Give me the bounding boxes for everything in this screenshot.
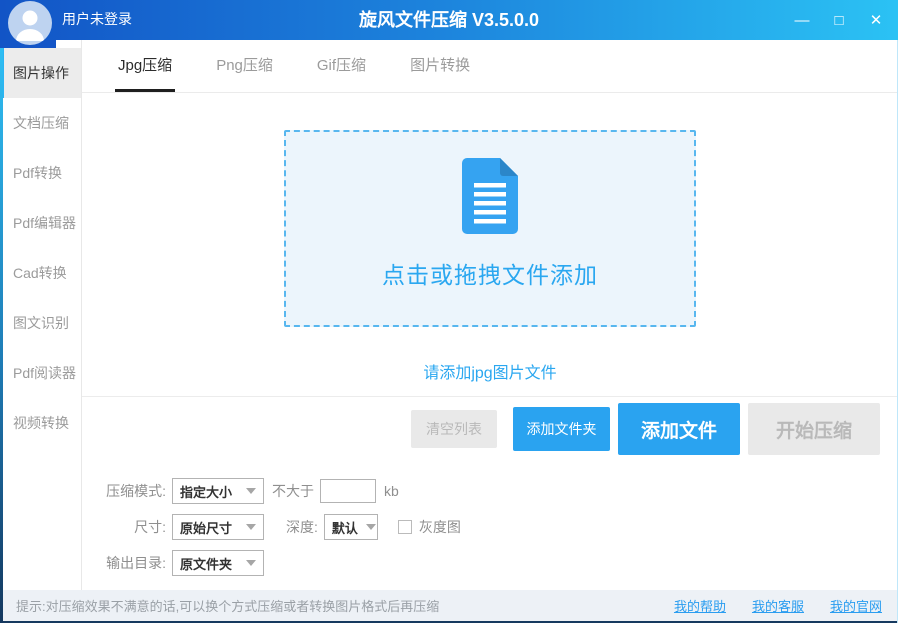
add-folder-button[interactable]: 添加文件夹 (513, 407, 610, 451)
main-panel: Jpg压缩 Png压缩 Gif压缩 图片转换 点击或拖拽文件添加 请添加jpg图… (82, 40, 898, 590)
grayscale-label: 灰度图 (418, 519, 461, 535)
title-bar: 用户未登录 旋风文件压缩 V3.5.0.0 — □ ✕ (0, 0, 898, 45)
tab-jpg-compress[interactable]: Jpg压缩 (115, 40, 176, 92)
output-dir-select[interactable]: 原文件夹 (172, 550, 264, 576)
add-file-hint: 请添加jpg图片文件 (423, 365, 557, 382)
sidebar-item-image-ops[interactable]: 图片操作 (0, 48, 81, 98)
settings-row-output: 输出目录: 原文件夹 (96, 549, 898, 577)
max-size-input[interactable] (320, 479, 376, 503)
window-left-border (0, 40, 3, 623)
sidebar-item-label: Pdf阅读器 (13, 365, 77, 381)
file-drop-zone[interactable]: 点击或拖拽文件添加 (284, 130, 696, 327)
tab-image-convert[interactable]: 图片转换 (407, 40, 473, 92)
sidebar-item-label: 图文识别 (13, 315, 69, 331)
depth-select[interactable]: 默认 (323, 514, 378, 540)
tab-bar: Jpg压缩 Png压缩 Gif压缩 图片转换 (82, 40, 898, 93)
chevron-down-icon (246, 488, 256, 494)
official-site-link[interactable]: 我的官网 (830, 596, 882, 615)
sidebar-item-cad-convert[interactable]: Cad转换 (3, 248, 81, 298)
sidebar-item-ocr[interactable]: 图文识别 (3, 298, 81, 348)
grayscale-checkbox[interactable] (397, 520, 412, 534)
sidebar-item-label: Pdf编辑器 (13, 215, 77, 231)
dimension-label: 尺寸: (134, 519, 166, 535)
minimize-icon[interactable]: — (794, 13, 810, 28)
sidebar-item-label: 图片操作 (13, 65, 69, 81)
dimension-value: 原始尺寸 (180, 520, 233, 536)
window-title: 旋风文件压缩 V3.5.0.0 (358, 10, 540, 30)
clear-list-button[interactable]: 清空列表 (411, 410, 497, 448)
start-compress-button[interactable]: 开始压缩 (748, 403, 880, 455)
window-controls: — □ ✕ (794, 0, 884, 40)
sidebar-item-label: Pdf转换 (13, 165, 63, 181)
close-icon[interactable]: ✕ (868, 13, 884, 28)
sidebar-item-doc-compress[interactable]: 文档压缩 (3, 98, 81, 148)
app-window: 用户未登录 旋风文件压缩 V3.5.0.0 — □ ✕ 图片操作 文档压缩 Pd… (0, 0, 898, 623)
tab-gif-compress[interactable]: Gif压缩 (314, 40, 369, 92)
not-greater-label: 不大于 (272, 483, 314, 499)
person-icon (16, 10, 44, 41)
depth-value: 默认 (331, 520, 358, 536)
sidebar-item-label: 视频转换 (13, 415, 69, 431)
sidebar-item-pdf-editor[interactable]: Pdf编辑器 (3, 198, 81, 248)
content-area: 点击或拖拽文件添加 请添加jpg图片文件 (82, 93, 898, 397)
customer-service-link[interactable]: 我的客服 (752, 596, 804, 615)
output-dir-value: 原文件夹 (180, 556, 233, 572)
sidebar-item-video-convert[interactable]: 视频转换 (3, 398, 81, 448)
action-button-row: 清空列表 添加文件夹 添加文件 开始压缩 (82, 397, 898, 461)
chevron-down-icon (365, 524, 376, 530)
tab-png-compress[interactable]: Png压缩 (213, 40, 276, 92)
output-dir-label: 输出目录: (106, 555, 166, 571)
settings-row-dimension: 尺寸: 原始尺寸 深度: 默认 灰度图 (96, 513, 898, 541)
sidebar-item-pdf-convert[interactable]: Pdf转换 (3, 148, 81, 198)
sidebar-item-label: Cad转换 (13, 265, 67, 281)
help-link[interactable]: 我的帮助 (674, 596, 726, 615)
drop-zone-text: 点击或拖拽文件添加 (382, 262, 598, 288)
status-tip: 提示:对压缩效果不满意的话,可以换个方式压缩或者转换图片格式后再压缩 (16, 599, 440, 614)
user-avatar[interactable] (8, 1, 52, 45)
dimension-select[interactable]: 原始尺寸 (172, 514, 264, 540)
depth-label: 深度: (286, 519, 318, 535)
compress-mode-value: 指定大小 (180, 484, 233, 500)
settings-panel: 压缩模式: 指定大小 不大于 kb 尺寸: 原始尺寸 深度: 默认 灰度图 输出… (82, 461, 898, 585)
window-body: 图片操作 文档压缩 Pdf转换 Pdf编辑器 Cad转换 图文识别 Pdf阅读器… (0, 40, 898, 590)
settings-row-mode: 压缩模式: 指定大小 不大于 kb (96, 477, 898, 505)
sidebar-item-pdf-reader[interactable]: Pdf阅读器 (3, 348, 81, 398)
chevron-down-icon (246, 560, 256, 566)
compress-mode-label: 压缩模式: (106, 483, 166, 499)
sidebar: 图片操作 文档压缩 Pdf转换 Pdf编辑器 Cad转换 图文识别 Pdf阅读器… (0, 40, 82, 590)
compress-mode-select[interactable]: 指定大小 (172, 478, 264, 504)
chevron-down-icon (246, 524, 256, 530)
sidebar-item-label: 文档压缩 (13, 115, 69, 131)
add-file-button[interactable]: 添加文件 (618, 403, 740, 455)
maximize-icon[interactable]: □ (831, 13, 847, 28)
status-bar: 提示:对压缩效果不满意的话,可以换个方式压缩或者转换图片格式后再压缩 我的帮助 … (0, 590, 898, 623)
unit-label: kb (384, 483, 399, 499)
document-icon (462, 158, 518, 234)
